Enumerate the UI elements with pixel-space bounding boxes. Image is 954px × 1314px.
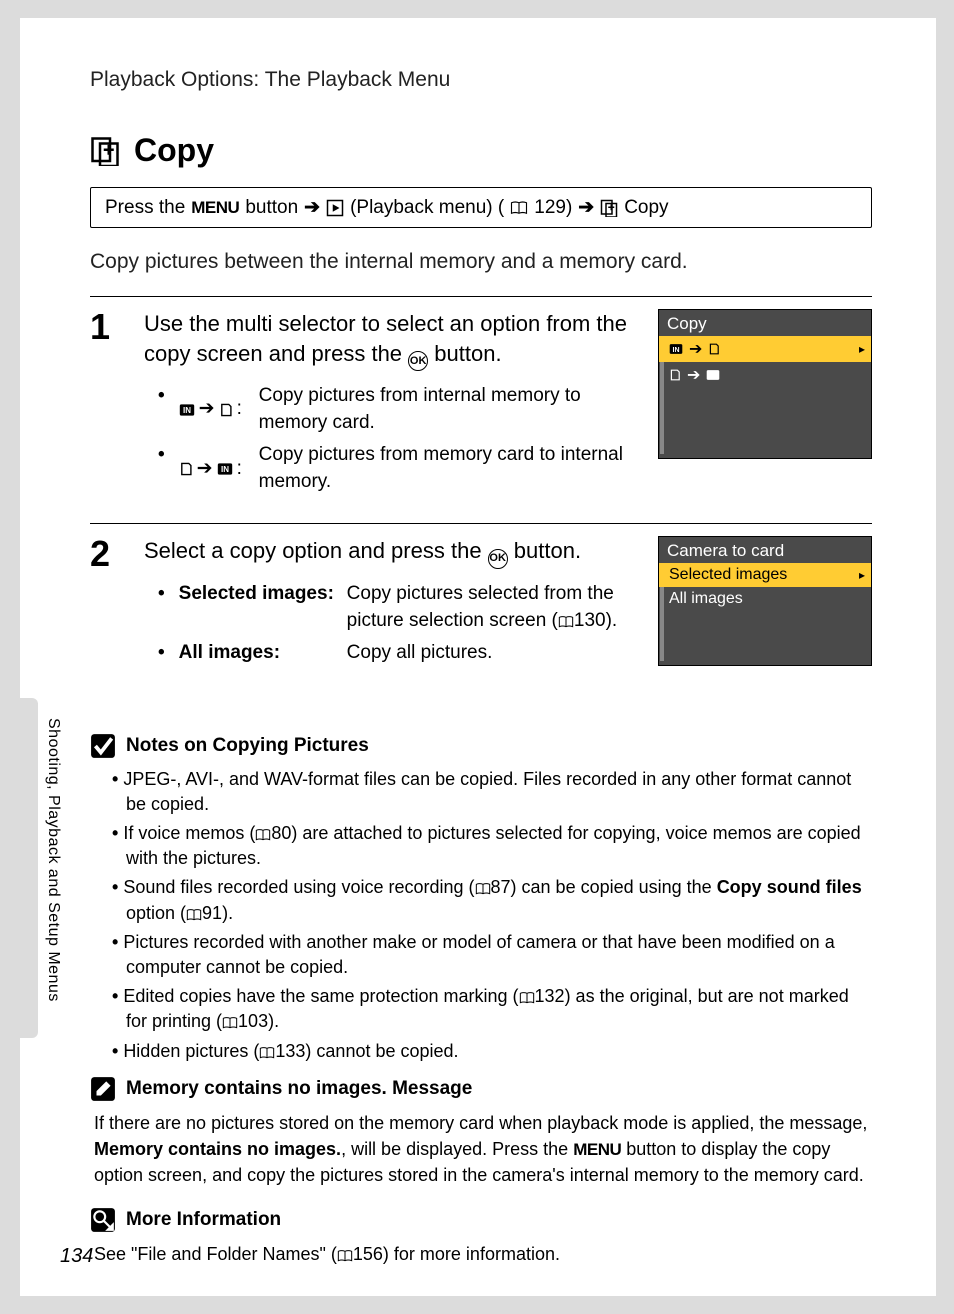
menu-button-label: MENU [573,1140,621,1159]
playback-icon [326,199,344,217]
step-text: button. [514,538,581,563]
camera-screen-options: Camera to card Selected images All image… [658,536,872,666]
arrow-icon: ➔ [304,196,320,219]
more-info-icon [90,1207,116,1233]
screen-item-selected: ➔ [659,336,871,362]
note-item: Hidden pictures (133) cannot be copied. [112,1039,872,1064]
step-heading: Select a copy option and press the OK bu… [144,536,630,568]
message-paragraph: If there are no pictures stored on the m… [90,1110,872,1189]
note-item: If voice memos (80) are attached to pict… [112,821,872,871]
screen-item-selected: Selected images [659,563,871,587]
message-title: Memory contains no images. Message [126,1078,472,1100]
screen-title: Camera to card [659,537,871,563]
option-label: All images: [179,640,339,667]
camera-screen-copy: Copy ➔ ➔ [658,309,872,459]
list-item: All images: Copy all pictures. [158,640,630,667]
screen-item: All images [659,587,871,611]
item-text: Copy pictures selected from the picture … [347,581,630,634]
book-icon [475,883,491,895]
book-icon [186,909,202,921]
check-icon [90,733,116,759]
step-number: 2 [90,536,116,672]
item-text: Copy pictures from memory card to intern… [259,442,630,495]
more-info-paragraph: See "File and Folder Names" (156) for mo… [90,1241,872,1267]
navigation-path: Press the MENU button ➔ (Playback menu) … [90,187,872,228]
page-number: 134 [60,1245,93,1268]
list-item: Selected images: Copy pictures selected … [158,581,630,634]
item-text: Copy all pictures. [347,640,493,667]
direction-icon-group: ➔ : [179,383,251,436]
path-text: button [245,197,298,219]
direction-icon-group: ➔ : [179,442,251,495]
book-icon [259,1047,275,1059]
book-icon [558,616,574,628]
ok-button-icon: OK [408,351,428,371]
divider [90,523,872,524]
ok-button-icon: OK [488,549,508,569]
arrow-icon: ➔ [578,196,594,219]
notes-title: Notes on Copying Pictures [126,735,369,757]
screen-item: ➔ [659,362,871,388]
screen-title: Copy [659,310,871,336]
step-text: button. [434,341,501,366]
path-text: Copy [624,197,668,219]
divider [90,296,872,297]
menu-button-label: MENU [191,198,239,218]
copy-icon [600,199,618,217]
note-item: Pictures recorded with another make or m… [112,930,872,980]
book-icon [255,829,271,841]
page-title: Copy [134,132,214,169]
path-text: (Playback menu) ( [350,197,504,219]
step-number: 1 [90,309,116,345]
note-item: Sound files recorded using voice recordi… [112,875,872,925]
list-item: ➔ : Copy pictures from internal memory t… [158,383,630,436]
book-icon [337,1250,353,1262]
step-text: Select a copy option and press the [144,538,488,563]
book-icon [510,201,528,215]
book-icon [222,1017,238,1029]
item-text: Copy pictures from internal memory to me… [259,383,630,436]
step-text: Use the multi selector to select an opti… [144,311,627,366]
step-heading: Use the multi selector to select an opti… [144,309,630,371]
note-item: JPEG-, AVI-, and WAV-format files can be… [112,767,872,817]
intro-text: Copy pictures between the internal memor… [90,250,872,274]
pencil-icon [90,1076,116,1102]
breadcrumb: Playback Options: The Playback Menu [90,68,872,92]
path-text: Press the [105,197,185,219]
option-label: Selected images: [179,581,339,634]
copy-icon [90,136,120,166]
list-item: ➔ : Copy pictures from memory card to in… [158,442,630,495]
book-icon [519,992,535,1004]
note-item: Edited copies have the same protection m… [112,984,872,1034]
page-ref: 129) [534,197,572,219]
more-info-title: More Information [126,1209,281,1231]
